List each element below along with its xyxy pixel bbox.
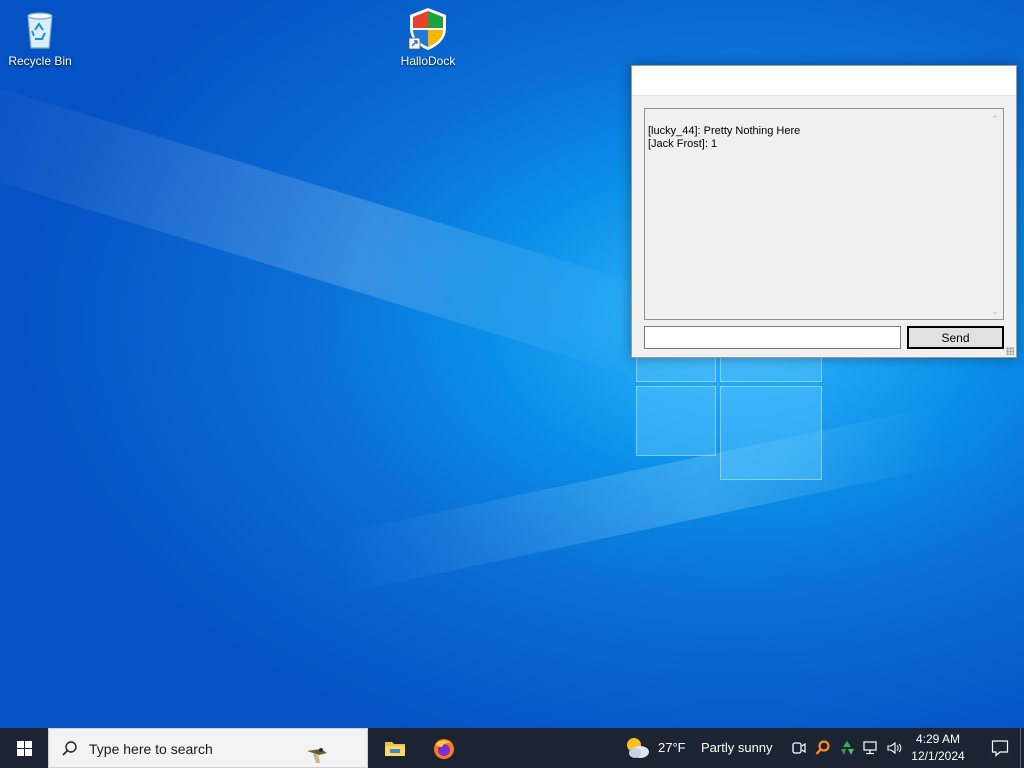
chat-log-scrollbar[interactable]: ⌃ ⌄ (987, 109, 1003, 319)
taskbar-search-box[interactable]: Type here to search (48, 728, 368, 768)
partly-sunny-icon (627, 738, 649, 758)
network-icon (863, 741, 877, 755)
desktop-icon-label: Recycle Bin (8, 54, 72, 68)
recycle-tray-icon (841, 741, 854, 755)
recycle-bin-icon (27, 12, 53, 49)
taskbar-app-firefox[interactable] (420, 728, 468, 768)
desktop-icon-hallodock[interactable]: HalloDock (388, 6, 468, 68)
search-highlight-icon (307, 748, 327, 763)
message-input[interactable] (644, 326, 901, 349)
chat-window: [lucky_44]: Pretty Nothing Here [Jack Fr… (631, 65, 1017, 358)
chat-log[interactable]: [lucky_44]: Pretty Nothing Here [Jack Fr… (644, 108, 1004, 320)
tray-search-tool[interactable] (813, 728, 833, 768)
folder-icon (385, 742, 405, 756)
chat-message: [lucky_44]: Pretty Nothing Here (648, 125, 801, 137)
notification-center-button[interactable] (980, 728, 1020, 768)
chat-message: [Jack Frost]: 1 (648, 138, 718, 150)
taskbar: Type here to search 27°F Partly sunny 4:… (0, 728, 1024, 768)
tray-meet-now[interactable] (789, 728, 809, 768)
tray-volume[interactable] (884, 728, 904, 768)
windows-start-icon (17, 741, 33, 756)
weather-temperature: 27°F (658, 740, 686, 755)
resize-grip[interactable] (1006, 347, 1014, 355)
notification-icon (991, 740, 1009, 757)
taskbar-weather[interactable]: 27°F Partly sunny (624, 728, 776, 768)
search-placeholder: Type here to search (89, 741, 213, 757)
tray-recycle[interactable] (837, 728, 857, 768)
taskbar-app-file-explorer[interactable] (371, 728, 419, 768)
clock-time: 4:29 AM (915, 732, 961, 746)
search-tool-icon (815, 740, 830, 755)
volume-icon (887, 741, 902, 755)
window-titlebar[interactable] (632, 66, 1016, 96)
start-button[interactable] (0, 728, 48, 768)
wallpaper-light-ray (0, 70, 667, 379)
clock-date: 12/1/2024 (911, 749, 965, 763)
desktop-icon-label: HalloDock (400, 54, 456, 68)
show-desktop-button[interactable] (1020, 728, 1024, 768)
weather-condition: Partly sunny (701, 740, 773, 755)
scroll-down-icon[interactable]: ⌄ (990, 305, 1000, 316)
shield-icon (408, 8, 446, 50)
scroll-up-icon[interactable]: ⌃ (990, 113, 1000, 124)
send-button[interactable]: Send (907, 326, 1004, 349)
firefox-icon (434, 739, 454, 759)
meet-now-icon (792, 742, 806, 754)
taskbar-clock[interactable]: 4:29 AM 12/1/2024 (904, 731, 972, 765)
tray-network[interactable] (861, 728, 881, 768)
search-icon (62, 741, 77, 756)
desktop-icon-recycle-bin[interactable]: Recycle Bin (0, 6, 80, 68)
